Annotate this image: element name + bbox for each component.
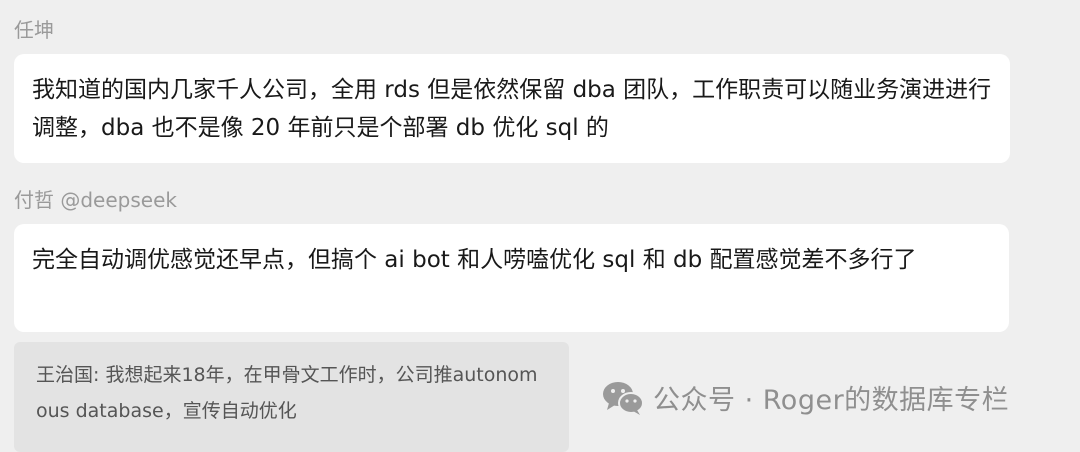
- message-bubble[interactable]: 我知道的国内几家千人公司，全用 rds 但是依然保留 dba 团队，工作职责可以…: [14, 54, 1010, 163]
- message-sender-name: 付哲 @deepseek: [14, 188, 177, 212]
- quoted-message[interactable]: 王治国: 我想起来18年，在甲骨文工作时，公司推autonomous datab…: [14, 342, 569, 452]
- quoted-message-text: 王治国: 我想起来18年，在甲骨文工作时，公司推autonomous datab…: [36, 364, 538, 422]
- watermark-text: 公众号 · Roger的数据库专栏: [653, 385, 1010, 416]
- message-bubble[interactable]: 完全自动调优感觉还早点，但搞个 ai bot 和人唠嗑优化 sql 和 db 配…: [14, 224, 1009, 332]
- watermark: 公众号 · Roger的数据库专栏: [601, 378, 1009, 417]
- message-text: 完全自动调优感觉还早点，但搞个 ai bot 和人唠嗑优化 sql 和 db 配…: [32, 247, 917, 273]
- message-sender-name: 任坤: [14, 18, 54, 42]
- chat-area: 任坤 我知道的国内几家千人公司，全用 rds 但是依然保留 dba 团队，工作职…: [0, 0, 1080, 452]
- message-text: 我知道的国内几家千人公司，全用 rds 但是依然保留 dba 团队，工作职责可以…: [32, 77, 992, 141]
- wechat-icon: [603, 381, 644, 415]
